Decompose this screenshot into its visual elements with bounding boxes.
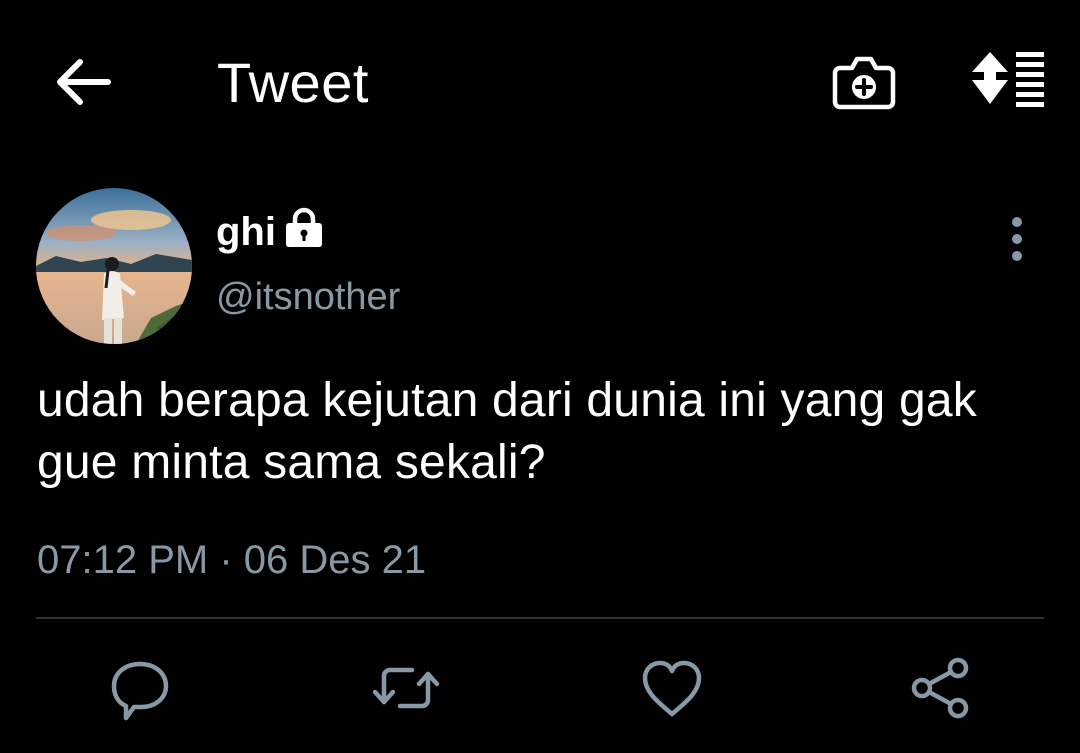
lock-icon	[283, 206, 325, 248]
reply-icon	[111, 661, 169, 721]
reply-button[interactable]	[104, 652, 176, 724]
heart-icon	[642, 660, 702, 717]
meta-separator: ·	[219, 538, 233, 582]
back-button[interactable]	[52, 52, 116, 112]
like-button[interactable]	[636, 652, 708, 724]
avatar[interactable]	[36, 188, 192, 344]
camera-plus-icon	[832, 56, 896, 110]
more-vertical-icon	[1012, 217, 1022, 261]
timeline-sort-button[interactable]	[968, 46, 1050, 112]
arrow-left-icon	[57, 59, 111, 105]
retweet-icon	[372, 667, 440, 709]
avatar-photo	[36, 188, 192, 344]
share-icon	[911, 657, 969, 719]
top-app-bar: Tweet	[0, 0, 1080, 165]
author-display-name[interactable]: ghi	[216, 208, 276, 256]
share-button[interactable]	[904, 652, 976, 724]
tweet-text: udah berapa kejutan dari dunia ini yang …	[37, 374, 977, 489]
add-photo-button[interactable]	[830, 48, 898, 114]
tweet-date: 06 Des 21	[243, 538, 427, 582]
page-title: Tweet	[217, 51, 369, 114]
tweet-time: 07:12 PM	[37, 538, 209, 582]
author-handle[interactable]: @itsnother	[216, 274, 400, 320]
divider	[36, 617, 1044, 619]
sort-list-icon	[972, 52, 1044, 107]
tweet-more-button[interactable]	[996, 212, 1038, 268]
retweet-button[interactable]	[370, 652, 442, 724]
tweet-timestamp: 07:12 PM · 06 Des 21	[37, 536, 426, 584]
